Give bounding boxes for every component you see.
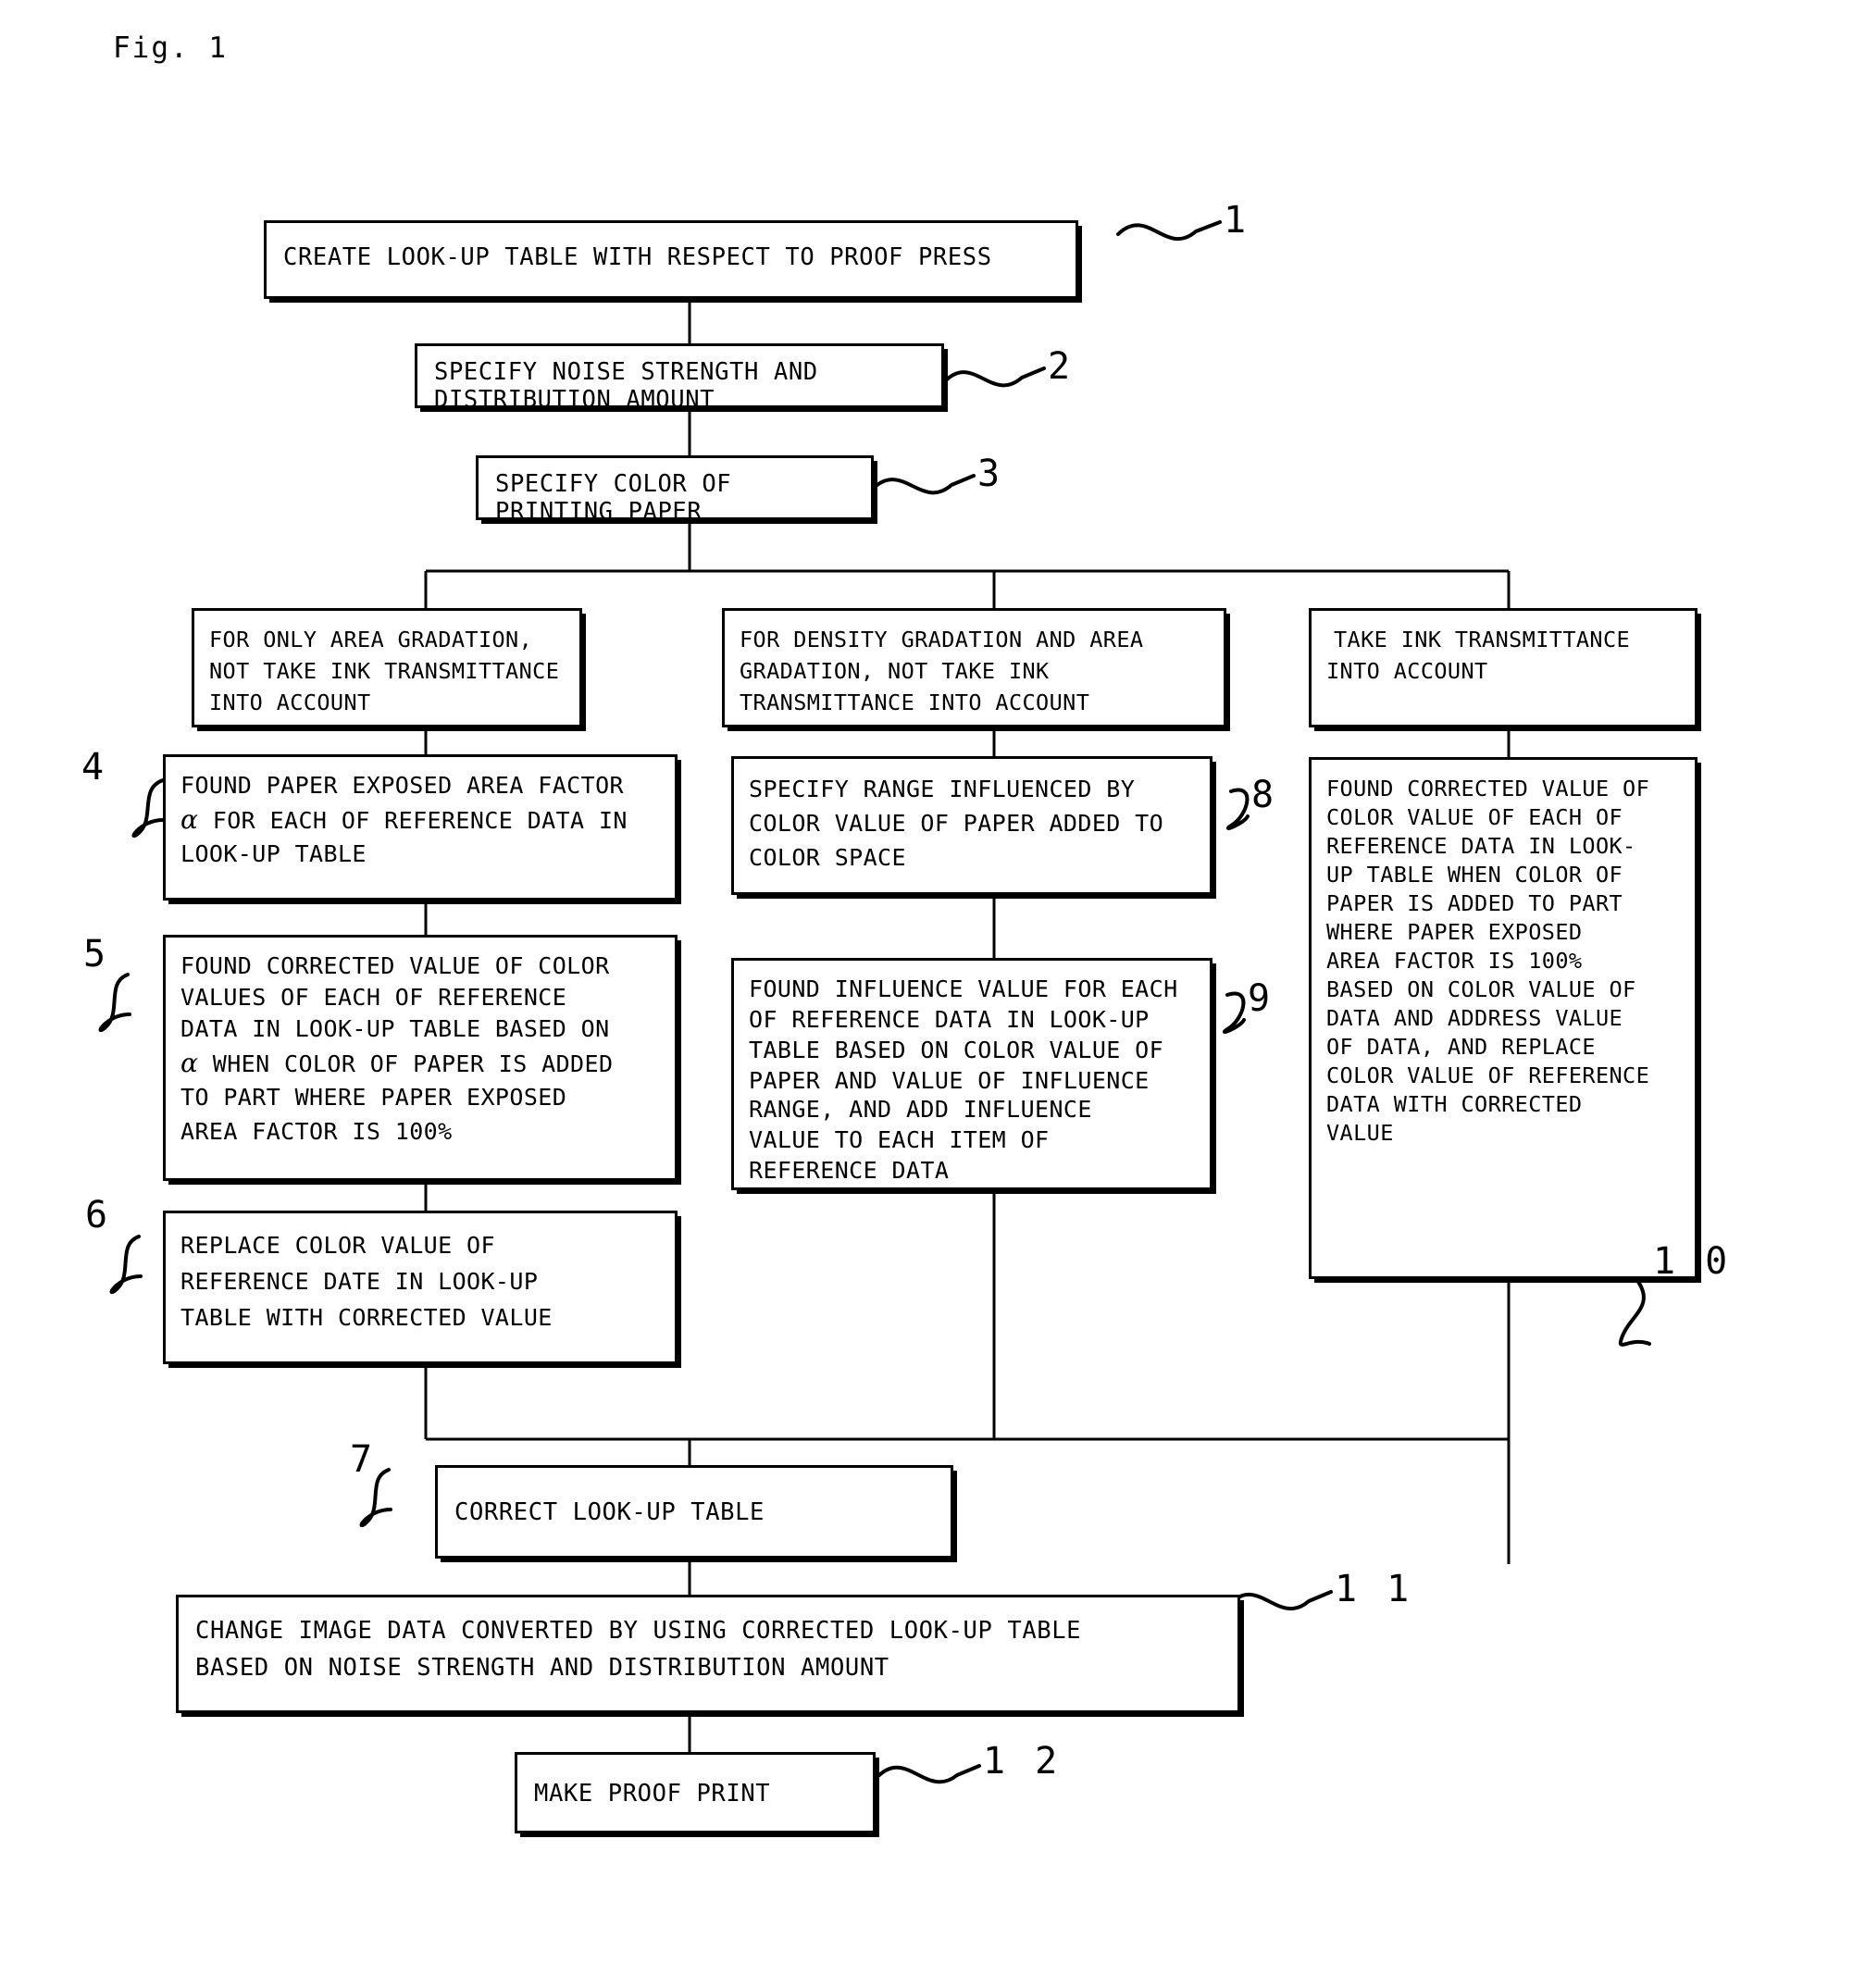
step-text: CORRECT LOOK-UP TABLE — [454, 1498, 765, 1526]
step-text-line1: CHANGE IMAGE DATA CONVERTED BY USING COR… — [195, 1617, 1082, 1645]
step-text-line3: TABLE WITH CORRECTED VALUE — [180, 1304, 553, 1331]
ref-number-9: 9 — [1248, 977, 1275, 1020]
ref-number-12: 1 2 — [983, 1740, 1062, 1783]
ref-number-7: 7 — [350, 1438, 377, 1481]
ref-number-4: 4 — [81, 746, 108, 789]
step-text-line1: SPECIFY RANGE INFLUENCED BY — [749, 776, 1136, 802]
ref-number-6: 6 — [85, 1194, 112, 1236]
ref-number-2: 2 — [1048, 345, 1075, 388]
step-text-line8: BASED ON COLOR VALUE OF — [1326, 976, 1636, 1002]
step-text-line7: REFERENCE DATA — [749, 1157, 950, 1184]
step-text-line1: REPLACE COLOR VALUE OF — [180, 1232, 495, 1259]
step-text-line3: COLOR SPACE — [749, 844, 906, 871]
step-box-correct-lut[interactable]: CORRECT LOOK-UP TABLE — [435, 1465, 953, 1559]
branch-text-line1: FOR DENSITY GRADATION AND AREA — [740, 627, 1144, 652]
step-text: MAKE PROOF PRINT — [534, 1780, 771, 1808]
figure-label: Fig. 1 — [113, 31, 228, 65]
ref-number-5: 5 — [83, 933, 110, 975]
alpha-symbol: α — [180, 804, 199, 835]
step-text-line3: LOOK-UP TABLE — [180, 840, 367, 867]
branch-box-density-and-area-gradation[interactable]: FOR DENSITY GRADATION AND AREA GRADATION… — [722, 608, 1226, 727]
step-text-line12: DATA WITH CORRECTED — [1326, 1091, 1583, 1117]
step-text-line2: DISTRIBUTION AMOUNT — [434, 386, 715, 414]
step-text-line11: COLOR VALUE OF REFERENCE — [1326, 1062, 1650, 1088]
step-text-line10: OF DATA, AND REPLACE — [1326, 1034, 1596, 1060]
branch-text-line2: GRADATION, NOT TAKE INK — [740, 658, 1050, 684]
step-text-line1: FOUND INFLUENCE VALUE FOR EACH — [749, 975, 1178, 1002]
step-text-line3: DATA IN LOOK-UP TABLE BASED ON — [180, 1015, 610, 1042]
alpha-symbol: α — [180, 1048, 199, 1078]
step-text-line5: RANGE, AND ADD INFLUENCE — [749, 1096, 1092, 1123]
step-text-line3: TABLE BASED ON COLOR VALUE OF — [749, 1037, 1164, 1063]
step-text-line7: AREA FACTOR IS 100% — [1326, 948, 1583, 974]
branch-text-line3: TRANSMITTANCE INTO ACCOUNT — [740, 690, 1090, 715]
ref-number-1: 1 — [1224, 199, 1250, 242]
step-text-line4: α WHEN COLOR OF PAPER IS ADDED — [180, 1048, 614, 1078]
step-box-change-image-data[interactable]: CHANGE IMAGE DATA CONVERTED BY USING COR… — [176, 1595, 1240, 1713]
step-box-make-proof-print[interactable]: MAKE PROOF PRINT — [515, 1752, 876, 1833]
step-box-create-lut[interactable]: CREATE LOOK-UP TABLE WITH RESPECT TO PRO… — [264, 220, 1078, 299]
step-text-line6: WHERE PAPER EXPOSED — [1326, 919, 1583, 945]
step-text-line13: VALUE — [1326, 1120, 1394, 1146]
step-text-line2: BASED ON NOISE STRENGTH AND DISTRIBUTION… — [195, 1654, 889, 1682]
branch-text-line3: INTO ACCOUNT — [209, 690, 371, 715]
step-text-line9: DATA AND ADDRESS VALUE — [1326, 1005, 1623, 1031]
step-box-replace-color-value[interactable]: REPLACE COLOR VALUE OF REFERENCE DATE IN… — [163, 1211, 678, 1364]
step-text-line1: FOUND PAPER EXPOSED AREA FACTOR — [180, 772, 624, 799]
branch-text-line2: NOT TAKE INK TRANSMITTANCE — [209, 658, 560, 684]
step-text-line2: COLOR VALUE OF PAPER ADDED TO — [749, 810, 1164, 837]
step-text-line6: VALUE TO EACH ITEM OF — [749, 1126, 1050, 1153]
step-box-found-corrected-color-values[interactable]: FOUND CORRECTED VALUE OF COLOR VALUES OF… — [163, 935, 678, 1181]
step-text-line6: AREA FACTOR IS 100% — [180, 1118, 453, 1145]
step-text-line1: FOUND CORRECTED VALUE OF — [1326, 776, 1650, 801]
step-text-line2: REFERENCE DATE IN LOOK-UP — [180, 1268, 539, 1295]
step-text-line2: α FOR EACH OF REFERENCE DATA IN — [180, 804, 628, 835]
branch-text-line1: TAKE INK TRANSMITTANCE — [1334, 627, 1631, 652]
step-box-specify-paper-color[interactable]: SPECIFY COLOR OF PRINTING PAPER — [476, 455, 874, 526]
step-box-specify-noise[interactable]: SPECIFY NOISE STRENGTH AND DISTRIBUTION … — [415, 343, 944, 414]
branch-box-take-ink-transmittance[interactable]: TAKE INK TRANSMITTANCE INTO ACCOUNT — [1309, 608, 1698, 727]
step-box-found-influence-value[interactable]: FOUND INFLUENCE VALUE FOR EACH OF REFERE… — [731, 958, 1213, 1190]
step-box-specify-influence-range[interactable]: SPECIFY RANGE INFLUENCED BY COLOR VALUE … — [731, 756, 1213, 895]
figure-sheet: Fig. 1 CREATE LOOK-UP TABLE WITH RESPECT… — [0, 0, 1853, 1988]
step-text-line3: REFERENCE DATA IN LOOK- — [1326, 833, 1636, 859]
step-text-line2: VALUES OF EACH OF REFERENCE — [180, 984, 567, 1011]
step-text-line5: PAPER IS ADDED TO PART — [1326, 890, 1623, 916]
step-text-line2: PRINTING PAPER — [495, 498, 703, 526]
step-text-line1: FOUND CORRECTED VALUE OF COLOR — [180, 952, 610, 979]
step-text-line2: OF REFERENCE DATA IN LOOK-UP — [749, 1006, 1150, 1033]
branch-text-line1: FOR ONLY AREA GRADATION, — [209, 627, 533, 652]
branch-box-area-gradation-only[interactable]: FOR ONLY AREA GRADATION, NOT TAKE INK TR… — [192, 608, 582, 727]
ref-number-3: 3 — [977, 453, 1004, 495]
ref-number-8: 8 — [1251, 774, 1278, 816]
ref-number-11: 1 1 — [1335, 1568, 1413, 1610]
step-text-line5: TO PART WHERE PAPER EXPOSED — [180, 1084, 567, 1111]
ref-number-10: 1 0 — [1653, 1240, 1732, 1283]
step-text: CREATE LOOK-UP TABLE WITH RESPECT TO PRO… — [283, 243, 992, 271]
branch-text-line2: INTO ACCOUNT — [1326, 658, 1488, 684]
step-box-found-paper-exposed-area-factor[interactable]: FOUND PAPER EXPOSED AREA FACTOR α FOR EA… — [163, 754, 678, 901]
step-text-line2: COLOR VALUE OF EACH OF — [1326, 804, 1623, 830]
step-text-line4: UP TABLE WHEN COLOR OF — [1326, 862, 1623, 888]
step-box-found-corrected-value-ink-transmittance[interactable]: FOUND CORRECTED VALUE OF COLOR VALUE OF … — [1309, 757, 1698, 1279]
